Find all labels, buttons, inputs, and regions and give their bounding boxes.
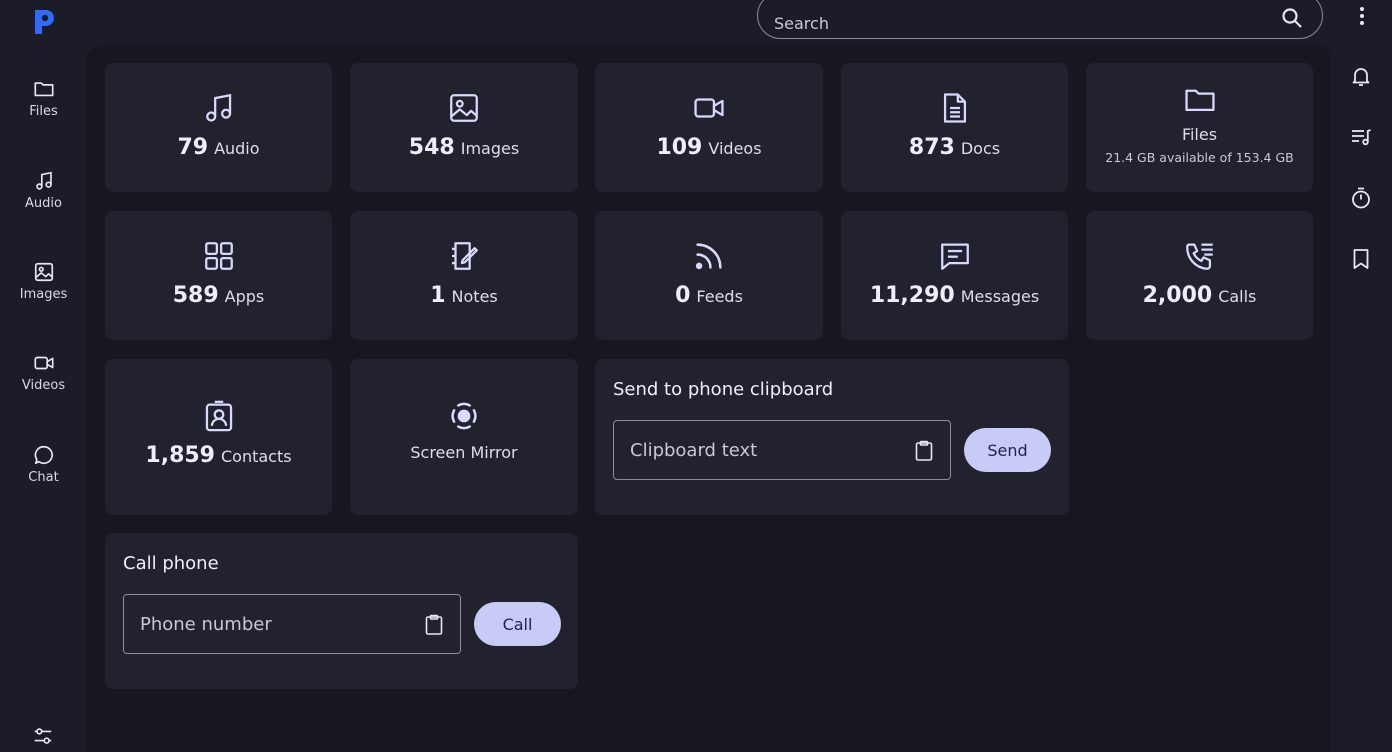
bookmark-icon[interactable] <box>1349 247 1373 271</box>
tile-label: Feeds <box>696 287 743 306</box>
more-options-icon[interactable] <box>1350 4 1374 28</box>
sidebar-item-chat[interactable]: Chat <box>0 436 87 506</box>
sidebar-item-label: Images <box>19 287 68 302</box>
tile-videos[interactable]: 109 Videos <box>595 63 823 192</box>
tile-count: 873 <box>908 135 955 160</box>
phone-number-input[interactable] <box>140 609 410 639</box>
send-button[interactable]: Send <box>964 428 1051 472</box>
main-panel: 79 Audio 548 Images 109 Videos 873 Docs File… <box>87 45 1331 752</box>
sidebar-item-images[interactable]: Images <box>0 253 87 323</box>
tile-count: 548 <box>408 135 455 160</box>
tile-label: Docs <box>960 139 1001 158</box>
clipboard-icon[interactable] <box>422 613 446 637</box>
timer-icon[interactable] <box>1349 186 1373 210</box>
tile-feeds[interactable]: 0 Feeds <box>595 211 823 340</box>
music-note-icon <box>205 93 231 122</box>
sidebar-item-audio[interactable]: Audio <box>0 162 87 232</box>
bell-icon[interactable] <box>1349 64 1373 88</box>
clipboard-field <box>613 420 951 480</box>
app-logo <box>35 10 54 34</box>
search-icon[interactable] <box>1280 6 1304 30</box>
tile-audio[interactable]: 79 Audio <box>105 63 332 192</box>
message-icon <box>940 243 969 270</box>
folder-icon <box>33 82 54 97</box>
clipboard-card: Send to phone clipboard Send <box>595 359 1069 515</box>
playlist-icon[interactable] <box>1349 125 1373 149</box>
contact-card-icon <box>205 400 232 432</box>
rss-feed-icon <box>695 243 722 270</box>
tile-notes[interactable]: 1 Notes <box>350 211 578 340</box>
tile-files[interactable]: Files 21.4 GB available of 153.4 GB <box>1086 63 1313 192</box>
image-icon <box>450 94 478 122</box>
tile-label: Videos <box>708 139 762 158</box>
apps-grid-icon <box>204 242 233 270</box>
tile-label: Files <box>1181 125 1218 144</box>
tile-count: 2,000 <box>1142 283 1213 308</box>
tile-contacts[interactable]: 1,859 Contacts <box>105 359 332 515</box>
tile-messages[interactable]: 11,290 Messages <box>841 211 1068 340</box>
tile-images[interactable]: 548 Images <box>350 63 578 192</box>
search-bar <box>757 0 1323 39</box>
tile-apps[interactable]: 589 Apps <box>105 211 332 340</box>
phone-field <box>123 594 461 654</box>
tile-label: Contacts <box>221 447 292 466</box>
phone-log-icon <box>1185 243 1213 270</box>
sidebar-item-videos[interactable]: Videos <box>0 344 87 414</box>
image-icon <box>34 262 53 282</box>
tile-count: 11,290 <box>869 283 955 308</box>
notebook-pen-icon <box>451 242 478 270</box>
tile-count: 1 <box>430 283 446 308</box>
video-camera-icon <box>694 98 724 118</box>
clipboard-icon[interactable] <box>912 439 936 463</box>
tile-count: 109 <box>656 135 703 160</box>
sidebar-item-label: Videos <box>21 378 66 393</box>
folder-icon <box>1184 89 1215 112</box>
call-title: Call phone <box>123 553 219 574</box>
tile-calls[interactable]: 2,000 Calls <box>1086 211 1313 340</box>
storage-info: 21.4 GB available of 153.4 GB <box>1105 150 1294 165</box>
settings-sliders-icon[interactable] <box>32 725 54 747</box>
clipboard-input[interactable] <box>630 435 900 465</box>
call-button[interactable]: Call <box>474 602 561 646</box>
video-camera-icon <box>33 356 54 370</box>
search-input[interactable] <box>774 8 1254 38</box>
tile-label: Calls <box>1218 287 1257 306</box>
tile-label: Notes <box>451 287 498 306</box>
sidebar-item-label: Files <box>29 104 58 119</box>
tile-label: Apps <box>224 287 265 306</box>
sidebar-item-label: Audio <box>25 196 62 211</box>
tile-label: Audio <box>214 139 260 158</box>
tile-label: Images <box>460 139 520 158</box>
tile-screen-mirror[interactable]: Screen Mirror <box>350 359 578 515</box>
clipboard-title: Send to phone clipboard <box>613 379 834 400</box>
tile-count: 79 <box>177 135 209 160</box>
music-note-icon <box>35 171 52 190</box>
tile-count: 589 <box>172 283 219 308</box>
screen-mirror-icon <box>451 402 477 430</box>
sidebar-item-label: Chat <box>28 470 59 485</box>
chat-bubble-icon <box>34 445 53 465</box>
tile-count: 0 <box>675 283 691 308</box>
tile-label: Messages <box>960 287 1040 306</box>
sidebar-item-files[interactable]: Files <box>0 70 87 140</box>
call-card: Call phone Call <box>105 533 578 689</box>
document-icon <box>943 93 966 123</box>
tile-label: Screen Mirror <box>410 443 518 462</box>
tile-count: 1,859 <box>145 443 215 468</box>
tile-docs[interactable]: 873 Docs <box>841 63 1068 192</box>
